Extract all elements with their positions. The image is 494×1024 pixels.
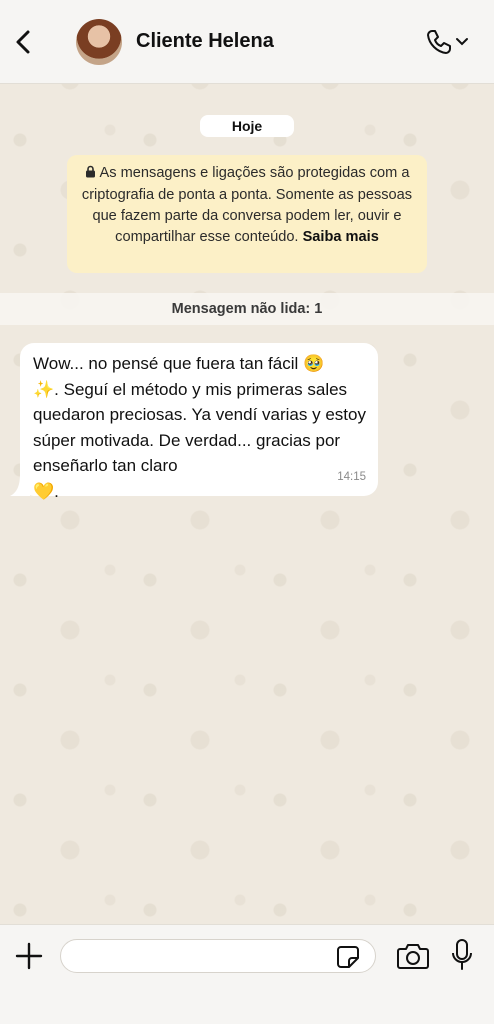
lock-icon — [85, 164, 96, 185]
message-text-part-1: Wow... no pensé que fuera tan fácil 🥹 — [33, 354, 325, 373]
camera-button[interactable] — [396, 942, 430, 970]
avatar[interactable] — [76, 19, 122, 65]
sticker-icon — [337, 946, 359, 968]
sticker-button[interactable] — [336, 945, 360, 969]
message-composer — [0, 924, 494, 1024]
back-button[interactable] — [6, 24, 40, 60]
mic-button[interactable] — [450, 938, 474, 972]
learn-more-link[interactable]: Saiba mais — [303, 229, 379, 245]
mic-icon — [452, 939, 472, 970]
phone-icon — [427, 30, 451, 54]
encryption-notice[interactable]: As mensagens e ligações são protegidas c… — [67, 155, 427, 273]
contact-name[interactable]: Cliente Helena — [136, 30, 274, 53]
camera-icon — [397, 944, 429, 969]
attach-button[interactable] — [14, 941, 44, 971]
message-input[interactable] — [60, 939, 376, 973]
date-chip: Hoje — [200, 115, 294, 137]
message-text: Wow... no pensé que fuera tan fácil 🥹 ✨. … — [33, 354, 366, 501]
chat-wallpaper — [0, 0, 494, 1024]
chevron-down-icon — [456, 38, 468, 46]
chevron-left-icon — [16, 30, 30, 54]
chat-header: Cliente Helena — [0, 0, 494, 84]
message-timestamp: 14:15 — [337, 471, 366, 484]
call-button[interactable] — [424, 26, 474, 58]
unread-messages-bar: Mensagem não lida: 1 — [0, 293, 494, 325]
plus-icon — [15, 942, 43, 970]
message-text-part-2: ✨. Seguí el método y mis primeras sales … — [33, 379, 366, 476]
incoming-message-bubble[interactable]: Wow... no pensé que fuera tan fácil 🥹 ✨. … — [20, 343, 378, 501]
message-text-part-3: 💛. — [33, 481, 59, 501]
